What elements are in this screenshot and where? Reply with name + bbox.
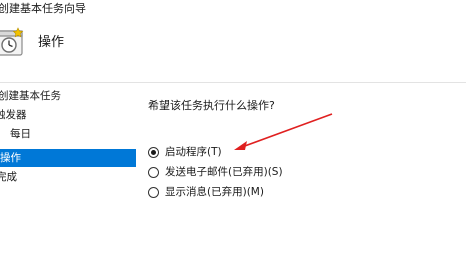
arrow-head bbox=[234, 141, 247, 150]
red-arrow-annotation bbox=[234, 113, 333, 150]
arrow-shaft bbox=[241, 113, 333, 148]
